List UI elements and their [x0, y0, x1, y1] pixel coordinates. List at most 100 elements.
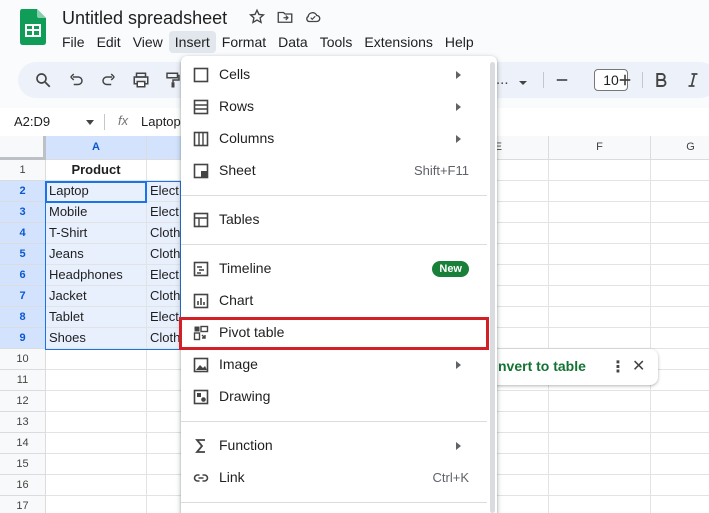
redo-icon[interactable] [100, 71, 118, 89]
menu-item-link[interactable]: Link Ctrl+K [181, 462, 487, 494]
grid-cell[interactable] [651, 391, 709, 412]
grid-cell[interactable] [549, 433, 651, 454]
row-header[interactable]: 13 [0, 412, 46, 433]
grid-cell[interactable] [651, 496, 709, 513]
search-icon[interactable] [34, 71, 52, 89]
row-header[interactable]: 9 [0, 328, 46, 349]
grid-cell[interactable] [549, 454, 651, 475]
grid-cell[interactable] [46, 475, 147, 496]
menu-help[interactable]: Help [439, 31, 480, 53]
bold-icon[interactable] [652, 71, 670, 89]
cloud-status-icon[interactable] [304, 8, 322, 30]
grid-cell[interactable] [46, 349, 147, 370]
grid-cell[interactable] [549, 412, 651, 433]
convert-to-table-button[interactable]: nvert to table [498, 358, 586, 374]
row-header[interactable]: 17 [0, 496, 46, 513]
row-header[interactable]: 7 [0, 286, 46, 307]
grid-cell[interactable]: Headphones [46, 265, 147, 286]
decrease-font-size-icon[interactable] [553, 71, 571, 89]
grid-cell[interactable] [549, 202, 651, 223]
chevron-down-icon[interactable] [518, 75, 528, 85]
grid-cell[interactable] [651, 349, 709, 370]
grid-cell[interactable] [549, 496, 651, 513]
menu-item-rows[interactable]: Rows [181, 91, 487, 123]
grid-cell[interactable] [651, 433, 709, 454]
move-folder-icon[interactable] [276, 8, 294, 30]
menu-item-tables[interactable]: Tables [181, 204, 487, 236]
menu-format[interactable]: Format [216, 31, 272, 53]
grid-cell[interactable] [549, 307, 651, 328]
grid-cell[interactable] [549, 223, 651, 244]
column-header-f[interactable]: F [549, 136, 651, 160]
paint-format-icon[interactable] [164, 71, 182, 89]
row-header[interactable]: 5 [0, 244, 46, 265]
grid-cell[interactable] [46, 370, 147, 391]
row-header[interactable]: 11 [0, 370, 46, 391]
grid-cell[interactable] [549, 160, 651, 181]
row-header[interactable]: 10 [0, 349, 46, 370]
menu-item-function[interactable]: Function [181, 430, 487, 462]
grid-cell[interactable] [651, 286, 709, 307]
grid-cell[interactable] [651, 307, 709, 328]
menu-item-sheet[interactable]: Sheet Shift+F11 [181, 155, 487, 187]
menu-item-columns[interactable]: Columns [181, 123, 487, 155]
menu-item-drawing[interactable]: Drawing [181, 381, 487, 413]
italic-icon[interactable] [684, 71, 702, 89]
menu-item-timeline[interactable]: Timeline New [181, 253, 487, 285]
star-icon[interactable] [248, 8, 266, 30]
grid-cell[interactable] [651, 412, 709, 433]
row-header[interactable]: 3 [0, 202, 46, 223]
menu-tools[interactable]: Tools [314, 31, 359, 53]
menu-item-pivot-table[interactable]: Pivot table [181, 317, 487, 349]
sheets-logo-icon[interactable] [20, 9, 46, 45]
row-header[interactable]: 16 [0, 475, 46, 496]
menu-view[interactable]: View [127, 31, 169, 53]
document-title[interactable]: Untitled spreadsheet [62, 8, 227, 29]
grid-cell[interactable]: Product [46, 160, 147, 181]
grid-cell[interactable]: Mobile [46, 202, 147, 223]
grid-cell[interactable] [651, 160, 709, 181]
grid-cell[interactable] [549, 328, 651, 349]
menu-insert[interactable]: Insert [168, 31, 216, 53]
more-options-icon[interactable]: ⋮ [610, 357, 626, 377]
menu-item-image[interactable]: Image [181, 349, 487, 381]
name-box[interactable]: A2:D9 [14, 114, 50, 129]
formula-input[interactable]: Laptop [141, 114, 181, 129]
grid-cell[interactable] [46, 454, 147, 475]
column-header-a[interactable]: A [46, 136, 147, 160]
grid-cell[interactable] [651, 328, 709, 349]
grid-cell[interactable] [46, 496, 147, 513]
undo-icon[interactable] [67, 71, 85, 89]
grid-cell[interactable] [651, 223, 709, 244]
row-header[interactable]: 2 [0, 181, 46, 202]
grid-cell[interactable] [651, 370, 709, 391]
increase-font-size-icon[interactable] [616, 71, 634, 89]
grid-cell[interactable] [46, 391, 147, 412]
grid-cell[interactable] [549, 391, 651, 412]
font-name-truncated[interactable]: ... [496, 71, 509, 88]
grid-cell[interactable]: T-Shirt [46, 223, 147, 244]
grid-cell[interactable] [549, 475, 651, 496]
grid-cell[interactable] [549, 265, 651, 286]
grid-cell[interactable] [46, 412, 147, 433]
row-header[interactable]: 1 [0, 160, 46, 181]
row-header[interactable]: 15 [0, 454, 46, 475]
grid-cell[interactable] [651, 181, 709, 202]
row-header[interactable]: 14 [0, 433, 46, 454]
menu-scrollbar[interactable] [490, 62, 495, 513]
grid-cell[interactable] [651, 202, 709, 223]
grid-cell[interactable] [549, 181, 651, 202]
menu-item-cells[interactable]: Cells [181, 59, 487, 91]
grid-cell[interactable] [651, 244, 709, 265]
grid-cell[interactable]: Shoes [46, 328, 147, 349]
grid-cell[interactable] [549, 286, 651, 307]
menu-file[interactable]: File [56, 31, 91, 53]
select-all-corner[interactable] [0, 136, 46, 160]
menu-edit[interactable]: Edit [91, 31, 127, 53]
grid-cell[interactable]: Jacket [46, 286, 147, 307]
grid-cell[interactable]: Laptop [46, 181, 147, 202]
row-header[interactable]: 12 [0, 391, 46, 412]
row-header[interactable]: 4 [0, 223, 46, 244]
grid-cell[interactable] [651, 475, 709, 496]
close-icon[interactable]: ✕ [632, 356, 645, 376]
